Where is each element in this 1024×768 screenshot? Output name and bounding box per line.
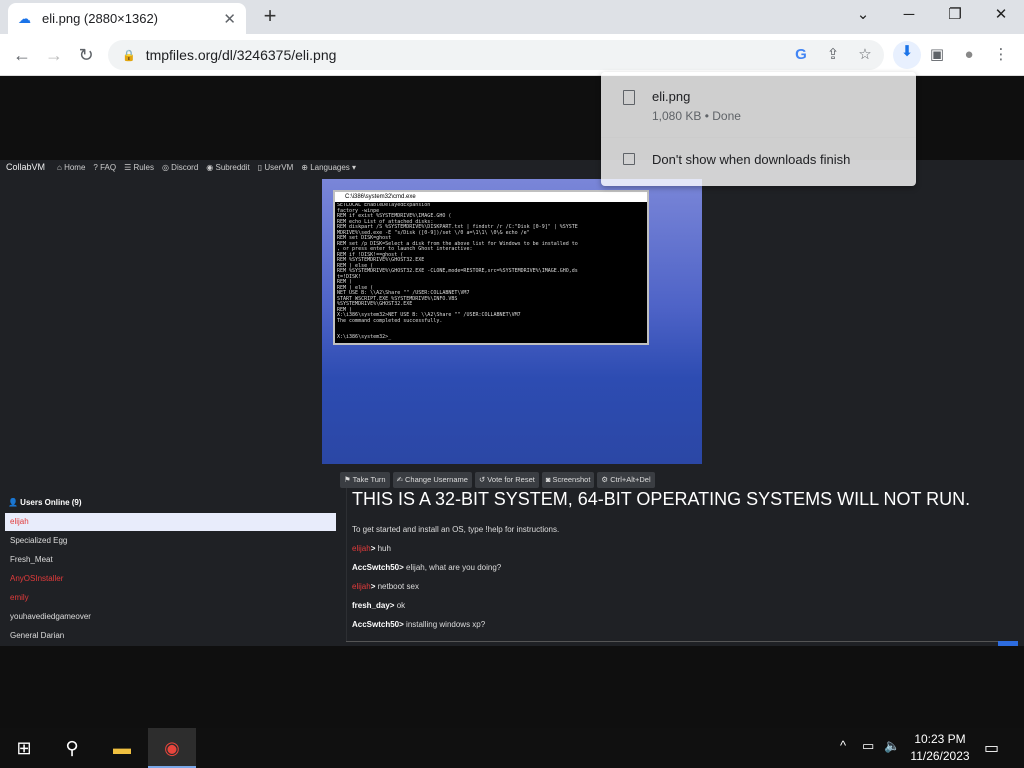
volume-icon[interactable]: 🔈 — [884, 738, 900, 754]
restore-button[interactable]: ❐ — [932, 0, 978, 30]
chat-text: elijah, what are you doing? — [403, 563, 502, 572]
users-online-header: 👤 Users Online (9) — [8, 498, 82, 507]
user-list-item: Fresh_Meat — [5, 551, 336, 569]
vm-button-bar: ⚑ Take Turn ✍ Change Username ↺ Vote for… — [340, 472, 684, 488]
user-list-item: AnyOSInstaller — [5, 570, 336, 588]
cmd-window: C:\i386\system32\cmd.exe SETLOCAL Enable… — [333, 190, 649, 345]
user-list-item: emily — [5, 589, 336, 607]
cmd-title: C:\i386\system32\cmd.exe — [335, 192, 647, 202]
nav-home: ⌂ Home — [57, 162, 86, 172]
clock-date: 11/26/2023 — [910, 749, 970, 763]
new-tab-button[interactable]: + — [258, 4, 282, 28]
user-list-item: General Darian — [5, 627, 336, 645]
ctrl-alt-del-button: ⚙ Ctrl+Alt+Del — [597, 472, 655, 488]
chat-text: netboot sex — [375, 582, 419, 591]
chat-text: huh — [375, 544, 391, 553]
dont-show-checkbox[interactable] — [623, 153, 635, 165]
tab-close-icon[interactable]: ✕ — [223, 10, 236, 28]
chat-message: AccSwtch50> elijah, what are you doing? — [352, 563, 501, 572]
network-icon[interactable]: ▭ — [862, 738, 874, 754]
chat-send-button — [998, 641, 1018, 646]
chat-username: elijah — [352, 582, 371, 591]
side-panel-icon[interactable]: ▣ — [926, 44, 948, 66]
tray-chevron-icon[interactable]: ^ — [840, 738, 846, 753]
chat-username: AccSwtch50 — [352, 563, 400, 572]
nav-discord: ◎ Discord — [161, 162, 199, 172]
clock-time: 10:23 PM — [914, 732, 966, 746]
close-window-button[interactable]: ✕ — [978, 0, 1024, 30]
user-name: elijah — [10, 517, 29, 526]
user-name: Specialized Egg — [10, 536, 68, 545]
profile-avatar-icon[interactable]: ● — [958, 44, 980, 66]
nav-subreddit: ◉ Subreddit — [206, 162, 250, 172]
download-icon[interactable]: ⬇ — [893, 41, 921, 69]
search-icon[interactable]: ⚲ — [48, 728, 96, 768]
url-text: tmpfiles.org/dl/3246375/eli.png — [145, 47, 337, 63]
cmd-output: SETLOCAL EnableDelayedExpansion factory … — [337, 203, 578, 340]
clock[interactable]: 10:23 PM 11/26/2023 — [900, 731, 980, 765]
reload-button[interactable]: ↻ — [74, 43, 98, 67]
site-brand: CollabVM — [6, 162, 46, 172]
chat-message: elijah> huh — [352, 544, 391, 553]
user-list-item: elijah — [5, 513, 336, 531]
chrome-taskbar-icon[interactable]: ◉ — [148, 728, 196, 768]
file-explorer-icon[interactable]: ▬ — [98, 728, 146, 768]
nav-uservm: ▯ UserVM — [257, 162, 294, 172]
screenshot-button: ◙ Screenshot — [541, 472, 595, 488]
bookmark-star-icon[interactable]: ☆ — [854, 44, 876, 66]
divider — [601, 137, 916, 138]
download-file-name[interactable]: eli.png — [652, 89, 690, 104]
take-turn-button: ⚑ Take Turn — [340, 472, 390, 488]
user-name: AnyOSInstaller — [10, 574, 64, 583]
user-name: emily — [10, 593, 29, 602]
nav-rules: ☰ Rules — [124, 162, 154, 172]
browser-tab[interactable]: ☁ eli.png (2880×1362) ✕ — [8, 3, 246, 34]
user-name: General Darian — [10, 631, 65, 640]
user-list-item: Specialized Egg — [5, 532, 336, 550]
vote-reset-button: ↺ Vote for Reset — [474, 472, 539, 488]
chat-text: installing windows xp? — [403, 620, 486, 629]
address-bar[interactable]: 🔒 tmpfiles.org/dl/3246375/eli.png — [108, 40, 884, 70]
file-icon — [623, 90, 635, 105]
change-username-button: ✍ Change Username — [392, 472, 472, 488]
user-name: Fresh_Meat — [10, 555, 53, 564]
chat-message: AccSwtch50> installing windows xp? — [352, 620, 485, 629]
download-bubble: eli.png 1,080 KB • Done Don't show when … — [601, 72, 916, 186]
chat-intro: To get started and install an OS, type !… — [352, 525, 560, 534]
chat-username: elijah — [352, 544, 371, 553]
back-button[interactable]: ← — [10, 43, 34, 67]
download-file-status: 1,080 KB • Done — [652, 109, 741, 123]
dont-show-label[interactable]: Don't show when downloads finish — [652, 152, 850, 167]
tab-title: eli.png (2880×1362) — [42, 11, 159, 26]
share-icon[interactable]: ⇪ — [822, 44, 844, 66]
chat-username: fresh_day — [352, 601, 390, 610]
chat-banner: THIS IS A 32-BIT SYSTEM, 64-BIT OPERATIN… — [352, 489, 971, 509]
users-online-panel: 👤 Users Online (9) elijah Specialized Egg… — [5, 494, 336, 646]
nav-faq: ? FAQ — [93, 162, 117, 172]
user-name: youhavediedgameover — [10, 612, 91, 621]
chat-panel: THIS IS A 32-BIT SYSTEM, 64-BIT OPERATIN… — [346, 488, 1018, 642]
cloud-favicon-icon: ☁ — [18, 10, 31, 26]
lock-icon[interactable]: 🔒 — [122, 49, 136, 62]
chat-message: elijah> netboot sex — [352, 582, 419, 591]
forward-button[interactable]: → — [42, 43, 66, 67]
tab-search-button[interactable]: ⌄ — [840, 0, 886, 30]
notifications-icon[interactable]: ▭ — [984, 738, 999, 758]
chat-message: fresh_day> ok — [352, 601, 405, 610]
nav-languages: ⊕ Languages ▾ — [301, 162, 357, 172]
start-button-icon[interactable]: ⊞ — [0, 728, 48, 768]
google-lens-icon[interactable]: G — [790, 44, 812, 66]
minimize-button[interactable]: ─ — [886, 0, 932, 30]
chat-input — [346, 641, 1018, 646]
chat-text: ok — [394, 601, 406, 610]
menu-icon[interactable]: ⋮ — [990, 44, 1012, 66]
chat-username: AccSwtch50 — [352, 620, 400, 629]
user-list-item: youhavediedgameover — [5, 608, 336, 626]
